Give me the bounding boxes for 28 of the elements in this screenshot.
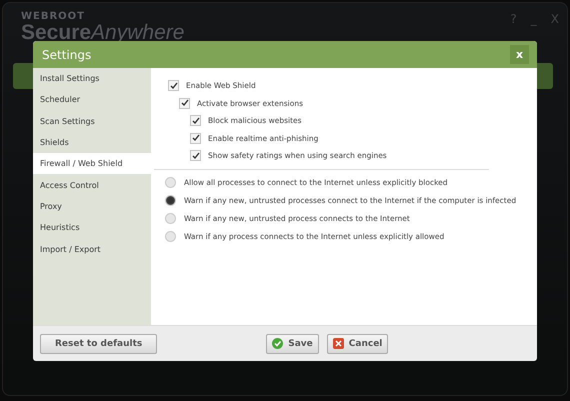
check-icon xyxy=(272,338,284,349)
sidebar-item[interactable]: Access Control xyxy=(33,174,151,196)
checkbox[interactable] xyxy=(190,115,201,126)
checkbox[interactable] xyxy=(190,132,201,144)
checkbox[interactable] xyxy=(168,80,179,92)
sidebar-item[interactable]: Scan Settings xyxy=(33,110,151,132)
sidebar-item[interactable]: Shields xyxy=(33,132,151,154)
sidebar-item[interactable]: Install Settings xyxy=(33,68,151,90)
logo-text: Anywhere xyxy=(91,22,184,44)
checkbox[interactable] xyxy=(179,98,190,109)
sidebar-item[interactable]: Heuristics xyxy=(33,217,151,238)
reset-button[interactable]: Reset to defaults xyxy=(40,334,158,354)
radio-button[interactable] xyxy=(165,213,176,224)
logo-text: Secure xyxy=(21,22,92,44)
cancel-button[interactable]: Cancel xyxy=(326,334,388,354)
sidebar-item[interactable]: Scheduler xyxy=(33,89,151,111)
radio-button[interactable] xyxy=(165,195,176,206)
brand-name: WEBROOT xyxy=(21,11,86,22)
sidebar-item[interactable]: Import / Export xyxy=(33,238,151,260)
checkbox[interactable] xyxy=(190,150,201,162)
sidebar-item[interactable]: Firewall / Web Shield xyxy=(33,153,151,174)
close-button[interactable]: x xyxy=(510,45,529,64)
save-button[interactable]: Save xyxy=(266,334,319,354)
radio-button[interactable] xyxy=(165,231,176,242)
close-icon xyxy=(332,338,344,349)
dialog-title: Settings xyxy=(42,48,92,62)
radio-button[interactable] xyxy=(165,177,176,188)
sidebar-item[interactable]: Proxy xyxy=(33,196,151,218)
